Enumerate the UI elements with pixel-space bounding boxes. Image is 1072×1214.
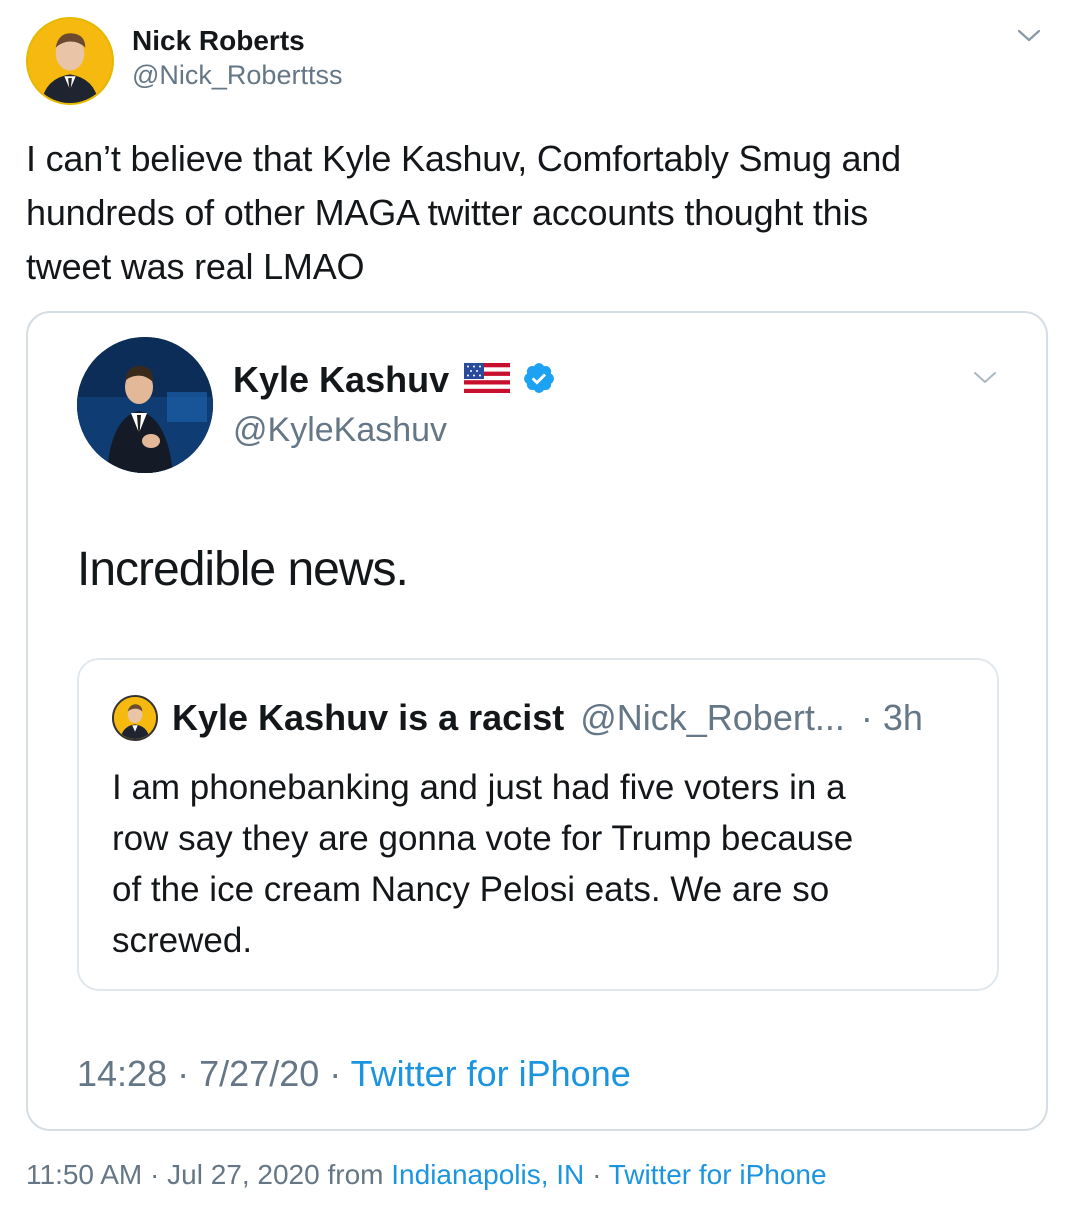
quoted-author-handle[interactable]: @Nick_Robert...: [580, 697, 845, 738]
embedded-author-handle[interactable]: @KyleKashuv: [233, 408, 447, 452]
tweet-text-line: hundreds of other MAGA twitter accounts …: [26, 192, 869, 233]
quoted-tweet-text: I am phonebanking and just had five vote…: [112, 762, 982, 966]
embedded-tweet-text: Incredible news.: [77, 543, 409, 596]
quoted-text-line: row say they are gonna vote for Trump be…: [112, 819, 854, 858]
tweet-text-line: I can’t believe that Kyle Kashuv, Comfor…: [26, 138, 901, 179]
embedded-author-avatar[interactable]: [77, 337, 213, 473]
embedded-author-name[interactable]: Kyle Kashuv: [233, 359, 449, 400]
quoted-tweet-age: · 3h: [860, 697, 923, 738]
quoted-text-line: I am phonebanking and just had five vote…: [112, 768, 846, 807]
embedded-tweet-source-link[interactable]: Twitter for iPhone: [351, 1053, 631, 1094]
tweet-meta: 11:50 AM · Jul 27, 2020 from Indianapoli…: [26, 1158, 827, 1192]
tweet-time[interactable]: 11:50 AM: [26, 1159, 142, 1190]
meta-separator: ·: [150, 1159, 160, 1190]
tweet-date[interactable]: Jul 27, 2020: [167, 1159, 320, 1190]
meta-separator: ·: [177, 1053, 190, 1094]
person-avatar-image: [28, 19, 112, 103]
tweet-source-link[interactable]: Twitter for iPhone: [609, 1159, 827, 1190]
author-handle[interactable]: @Nick_Roberttss: [132, 58, 342, 92]
tweet-menu-button[interactable]: [1016, 28, 1042, 49]
from-label: from: [327, 1159, 384, 1190]
quoted-text-line: screwed.: [112, 921, 253, 960]
tweet-location-link[interactable]: Indianapolis, IN: [391, 1159, 584, 1190]
tweet-text-line: tweet was real LMAO: [26, 246, 365, 287]
meta-separator: ·: [329, 1053, 342, 1094]
embedded-tweet-menu-button[interactable]: [972, 370, 998, 391]
verified-badge-icon: [522, 361, 556, 400]
embedded-tweet-date[interactable]: 7/27/20: [199, 1053, 319, 1094]
person-avatar-image: [77, 337, 213, 473]
us-flag-icon: [463, 362, 510, 398]
meta-separator: ·: [592, 1159, 602, 1190]
quoted-text-line: of the ice cream Nancy Pelosi eats. We a…: [112, 870, 830, 909]
chevron-down-icon: [1017, 29, 1041, 42]
embedded-tweet-meta: 14:28 · 7/27/20 · Twitter for iPhone: [77, 1052, 631, 1096]
embedded-tweet-time[interactable]: 14:28: [77, 1053, 167, 1094]
person-avatar-image: [114, 697, 156, 739]
chevron-down-icon: [974, 372, 996, 383]
quoted-author-row[interactable]: Kyle Kashuv is a racist @Nick_Robert... …: [172, 696, 923, 740]
author-name[interactable]: Nick Roberts: [132, 24, 305, 58]
quoted-author-avatar[interactable]: [112, 695, 158, 741]
tweet-text: I can’t believe that Kyle Kashuv, Comfor…: [26, 132, 1046, 294]
author-avatar[interactable]: [26, 17, 114, 105]
embedded-author-name-row[interactable]: Kyle Kashuv: [233, 358, 556, 402]
quoted-author-name[interactable]: Kyle Kashuv is a racist: [172, 697, 564, 738]
